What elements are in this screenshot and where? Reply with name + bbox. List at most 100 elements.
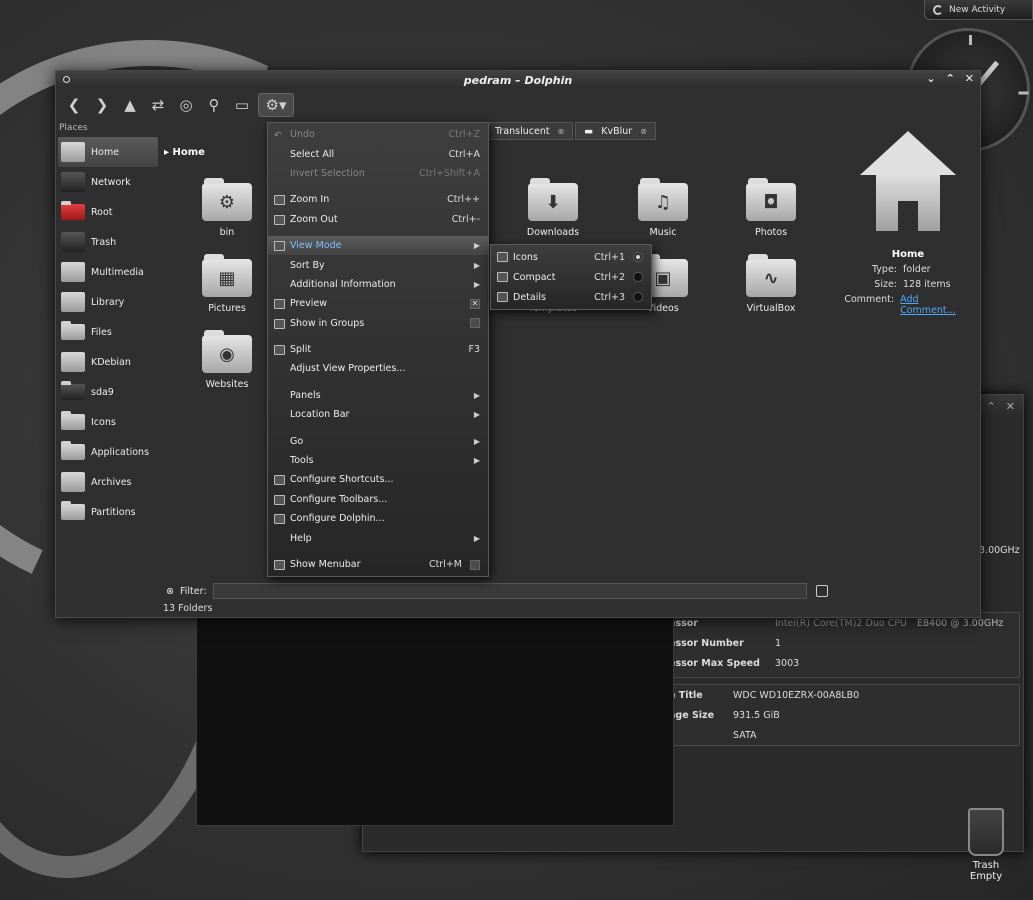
menu-item-view-mode[interactable]: View Mode ▶ — [268, 235, 488, 256]
file-item[interactable]: ♫ Music — [618, 178, 708, 238]
close-tab-icon[interactable]: ⊗ — [640, 127, 647, 136]
view-mode-submenu: Icons Ctrl+1 Compact Ctrl+2 Details Ctrl+3 — [490, 244, 652, 310]
tab-label: KvBlur — [601, 125, 633, 137]
menu-item-zoom-out[interactable]: Zoom Out Ctrl+- — [268, 210, 488, 229]
menu-item-adjust-view-properties[interactable]: Adjust View Properties... — [268, 359, 488, 378]
back-icon[interactable]: ❮ — [62, 93, 86, 117]
menu-item-panels[interactable]: Panels ▶ — [268, 386, 488, 405]
info-comment-row: Comment: Add Comment... — [843, 294, 973, 316]
place-files[interactable]: Files — [58, 317, 158, 347]
place-kdebian[interactable]: KDebian — [58, 347, 158, 377]
folder-icon — [61, 501, 85, 520]
search-icon[interactable]: ⚲ — [202, 93, 226, 117]
folder-icon — [61, 411, 85, 430]
icons-radio[interactable] — [633, 252, 643, 262]
place-root[interactable]: Root — [58, 197, 158, 227]
file-label: Websites — [205, 379, 249, 390]
drive-title-key: e Title — [669, 689, 703, 701]
file-item[interactable]: ◘ Photos — [726, 178, 816, 238]
place-home[interactable]: Home — [58, 137, 158, 167]
file-item[interactable]: ◉ Websites — [182, 330, 272, 390]
place-network[interactable]: Network — [58, 167, 158, 197]
menu-item-invert-selection[interactable]: Invert Selection Ctrl+Shift+A — [268, 164, 488, 183]
maximize-icon[interactable]: ⌃ — [987, 400, 996, 413]
menu-item-undo[interactable]: ↶ Undo Ctrl+Z — [268, 125, 488, 144]
menu-label: Details — [513, 291, 546, 303]
file-item[interactable]: ⬇ Downloads — [508, 178, 598, 238]
place-multimedia[interactable]: Multimedia — [58, 257, 158, 287]
forward-icon[interactable]: ❯ — [90, 93, 114, 117]
menu-item-zoom-in[interactable]: Zoom In Ctrl++ — [268, 190, 488, 209]
menu-item-show-in-groups[interactable]: Show in Groups — [268, 314, 488, 333]
up-icon[interactable]: ▲ — [118, 93, 142, 117]
tab-kvblur[interactable]: ▬ KvBlur ⊗ — [575, 122, 656, 140]
menu-item-location-bar[interactable]: Location Bar ▶ — [268, 405, 488, 424]
submenu-item-compact[interactable]: Compact Ctrl+2 — [491, 267, 651, 287]
dolphin-window[interactable]: pedram – Dolphin ⌄ ⌃ ✕ ❮ ❯ ▲ ⇄ ◎ ⚲ ▭ ⚙▾ … — [55, 70, 981, 618]
reload-icon[interactable]: ⇄ — [146, 93, 170, 117]
camera-folder-icon: ◘ — [746, 178, 796, 221]
close-tab-icon[interactable]: ⊗ — [558, 127, 565, 136]
tab-translucent[interactable]: Translucent ⊗ — [486, 122, 574, 140]
processor-speed-key: essor Max Speed — [669, 657, 760, 669]
place-sda9[interactable]: sda9 — [58, 377, 158, 407]
terminal-icon[interactable]: ▭ — [230, 93, 254, 117]
breadcrumb[interactable]: ▸ Home — [164, 147, 205, 158]
menu-label: Zoom In — [290, 194, 330, 206]
file-item[interactable]: ▦ Pictures — [182, 254, 272, 314]
menu-item-split[interactable]: Split F3 — [268, 340, 488, 359]
menu-item-additional-information[interactable]: Additional Information ▶ — [268, 275, 488, 294]
file-item[interactable]: ∿ VirtualBox — [726, 254, 816, 314]
lock-icon[interactable] — [816, 585, 828, 597]
close-button[interactable]: ✕ — [965, 72, 974, 85]
place-icons[interactable]: Icons — [58, 407, 158, 437]
place-archives[interactable]: Archives — [58, 467, 158, 497]
menu-item-help[interactable]: Help ▶ — [268, 528, 488, 547]
folder-icon — [61, 441, 85, 460]
menu-shortcut: Ctrl+3 — [594, 291, 625, 303]
place-library[interactable]: Library — [58, 287, 158, 317]
menu-item-preview[interactable]: Preview ✕ — [268, 294, 488, 313]
groups-checkbox[interactable] — [470, 318, 480, 329]
menu-item-select-all[interactable]: Select All Ctrl+A — [268, 144, 488, 163]
clear-filter-icon[interactable]: ⊗ — [166, 586, 174, 597]
file-item[interactable]: ⚙ bin — [182, 178, 272, 238]
menu-item-sort-by[interactable]: Sort By ▶ — [268, 255, 488, 274]
menu-label: Split — [290, 344, 312, 356]
place-partitions[interactable]: Partitions — [58, 497, 158, 527]
view-icon[interactable]: ◎ — [174, 93, 198, 117]
window-menu-icon[interactable] — [63, 76, 70, 83]
place-label: Home — [91, 146, 120, 158]
place-trash[interactable]: Trash — [58, 227, 158, 257]
background-dark-window[interactable] — [196, 612, 674, 826]
info-key: Comment: — [844, 294, 895, 305]
close-icon[interactable]: ✕ — [1006, 400, 1015, 413]
menubar-checkbox[interactable] — [470, 559, 480, 570]
processor-value: Intel(R) Core(TM)2 Duo CPU — [775, 617, 908, 629]
menu-item-configure-dolphin[interactable]: Configure Dolphin... — [268, 509, 488, 528]
minimize-button[interactable]: ⌄ — [926, 72, 935, 85]
submenu-item-details[interactable]: Details Ctrl+3 — [491, 287, 651, 307]
details-radio[interactable] — [633, 292, 643, 302]
menu-item-show-menubar[interactable]: Show Menubar Ctrl+M — [268, 555, 488, 574]
compact-radio[interactable] — [633, 272, 643, 282]
submenu-item-icons[interactable]: Icons Ctrl+1 — [491, 247, 651, 267]
control-menu-icon[interactable]: ⚙▾ — [258, 93, 294, 117]
info-key: Type: — [871, 264, 897, 275]
filter-input[interactable] — [212, 583, 807, 599]
desktop-trash[interactable]: Trash Empty — [958, 808, 1014, 882]
drive-size-row: age Size 931.5 GiB — [669, 705, 1019, 725]
add-comment-link[interactable]: Add Comment... — [900, 294, 973, 316]
maximize-button[interactable]: ⌃ — [946, 72, 955, 85]
processor-speed-value: 3003 — [775, 657, 800, 669]
menu-item-tools[interactable]: Tools ▶ — [268, 451, 488, 470]
menu-item-go[interactable]: Go ▶ — [268, 431, 488, 450]
new-activity-button[interactable]: New Activity — [924, 0, 1033, 20]
place-applications[interactable]: Applications — [58, 437, 158, 467]
preview-checkbox[interactable]: ✕ — [470, 298, 480, 309]
menu-item-configure-toolbars[interactable]: Configure Toolbars... — [268, 490, 488, 509]
breadcrumb-home[interactable]: Home — [173, 147, 205, 158]
window-titlebar[interactable]: pedram – Dolphin ⌄ ⌃ ✕ — [56, 71, 980, 89]
shortcuts-icon — [274, 475, 285, 486]
menu-item-configure-shortcuts[interactable]: Configure Shortcuts... — [268, 470, 488, 489]
